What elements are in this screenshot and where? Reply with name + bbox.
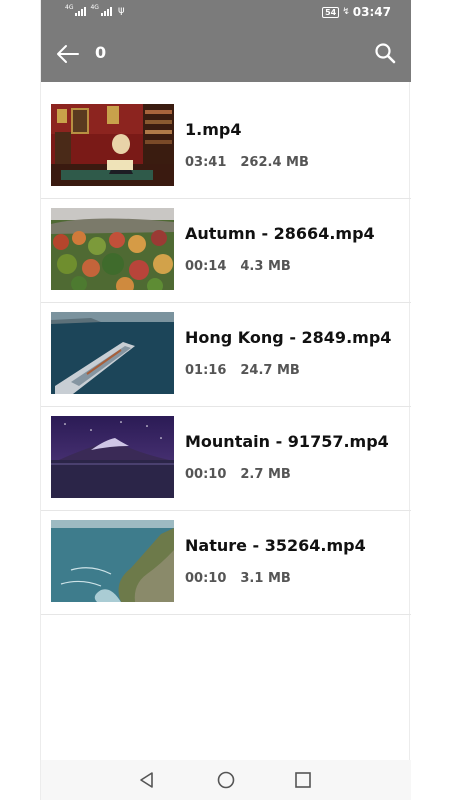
- video-duration: 00:10: [185, 467, 227, 482]
- video-title: Autumn - 28664.mp4: [185, 224, 375, 243]
- status-time: 03:47: [352, 5, 391, 19]
- system-back-button[interactable]: [137, 770, 157, 790]
- battery-icon: 54: [322, 6, 340, 18]
- video-list-item[interactable]: Mountain - 91757.mp4 00:10 2.7 MB: [41, 407, 411, 511]
- video-duration: 00:10: [185, 571, 227, 586]
- video-duration: 00:14: [185, 259, 227, 274]
- video-list: 1.mp4 03:41 262.4 MB Autumn - 28664.mp4 …: [41, 95, 411, 615]
- video-list-item[interactable]: 1.mp4 03:41 262.4 MB: [41, 95, 411, 199]
- network-type-label: 4G: [65, 4, 74, 11]
- video-meta: 00:10 3.1 MB: [185, 571, 291, 586]
- network-type-label: 4G: [90, 4, 99, 11]
- video-size: 24.7 MB: [240, 363, 300, 378]
- signal-icon: 4G: [65, 4, 87, 16]
- app-bar: 0: [41, 25, 411, 82]
- search-button[interactable]: [373, 41, 397, 65]
- video-meta: 00:14 4.3 MB: [185, 259, 291, 274]
- square-recents-icon: [295, 772, 311, 788]
- signal-icon: 4G: [90, 4, 112, 16]
- usb-icon: ψ: [117, 5, 125, 16]
- video-meta: 01:16 24.7 MB: [185, 363, 300, 378]
- search-icon: [375, 43, 396, 64]
- video-size: 2.7 MB: [240, 467, 291, 482]
- video-size: 262.4 MB: [240, 155, 309, 170]
- video-meta: 03:41 262.4 MB: [185, 155, 309, 170]
- video-thumbnail: [51, 312, 174, 394]
- video-thumbnail: [51, 520, 174, 602]
- phone-screen: 4G 4G ψ 54 ↯ 03:47 0 1.mp4 03:41 262.4 M…: [40, 0, 411, 800]
- video-size: 4.3 MB: [240, 259, 291, 274]
- video-size: 3.1 MB: [240, 571, 291, 586]
- video-title: Hong Kong - 2849.mp4: [185, 328, 392, 347]
- circle-home-icon: [217, 771, 235, 789]
- status-bar: 4G 4G ψ 54 ↯ 03:47: [41, 0, 411, 25]
- video-duration: 03:41: [185, 155, 227, 170]
- triangle-back-icon: [140, 772, 153, 788]
- video-meta: 00:10 2.7 MB: [185, 467, 291, 482]
- signal-indicators: 4G 4G ψ: [65, 5, 125, 16]
- video-thumbnail: [51, 416, 174, 498]
- system-nav-bar: [41, 760, 411, 800]
- arrow-left-icon: [57, 45, 79, 63]
- video-list-item[interactable]: Hong Kong - 2849.mp4 01:16 24.7 MB: [41, 303, 411, 407]
- video-duration: 01:16: [185, 363, 227, 378]
- video-title: Nature - 35264.mp4: [185, 536, 366, 555]
- video-title: 1.mp4: [185, 120, 242, 139]
- video-thumbnail: [51, 208, 174, 290]
- back-button[interactable]: [55, 41, 81, 67]
- system-home-button[interactable]: [216, 770, 236, 790]
- video-title: Mountain - 91757.mp4: [185, 432, 389, 451]
- charging-icon: ↯: [342, 7, 350, 17]
- page-title: 0: [95, 43, 107, 62]
- video-list-item[interactable]: Autumn - 28664.mp4 00:14 4.3 MB: [41, 199, 411, 303]
- system-recents-button[interactable]: [293, 770, 313, 790]
- video-thumbnail: [51, 104, 174, 186]
- video-list-item[interactable]: Nature - 35264.mp4 00:10 3.1 MB: [41, 511, 411, 615]
